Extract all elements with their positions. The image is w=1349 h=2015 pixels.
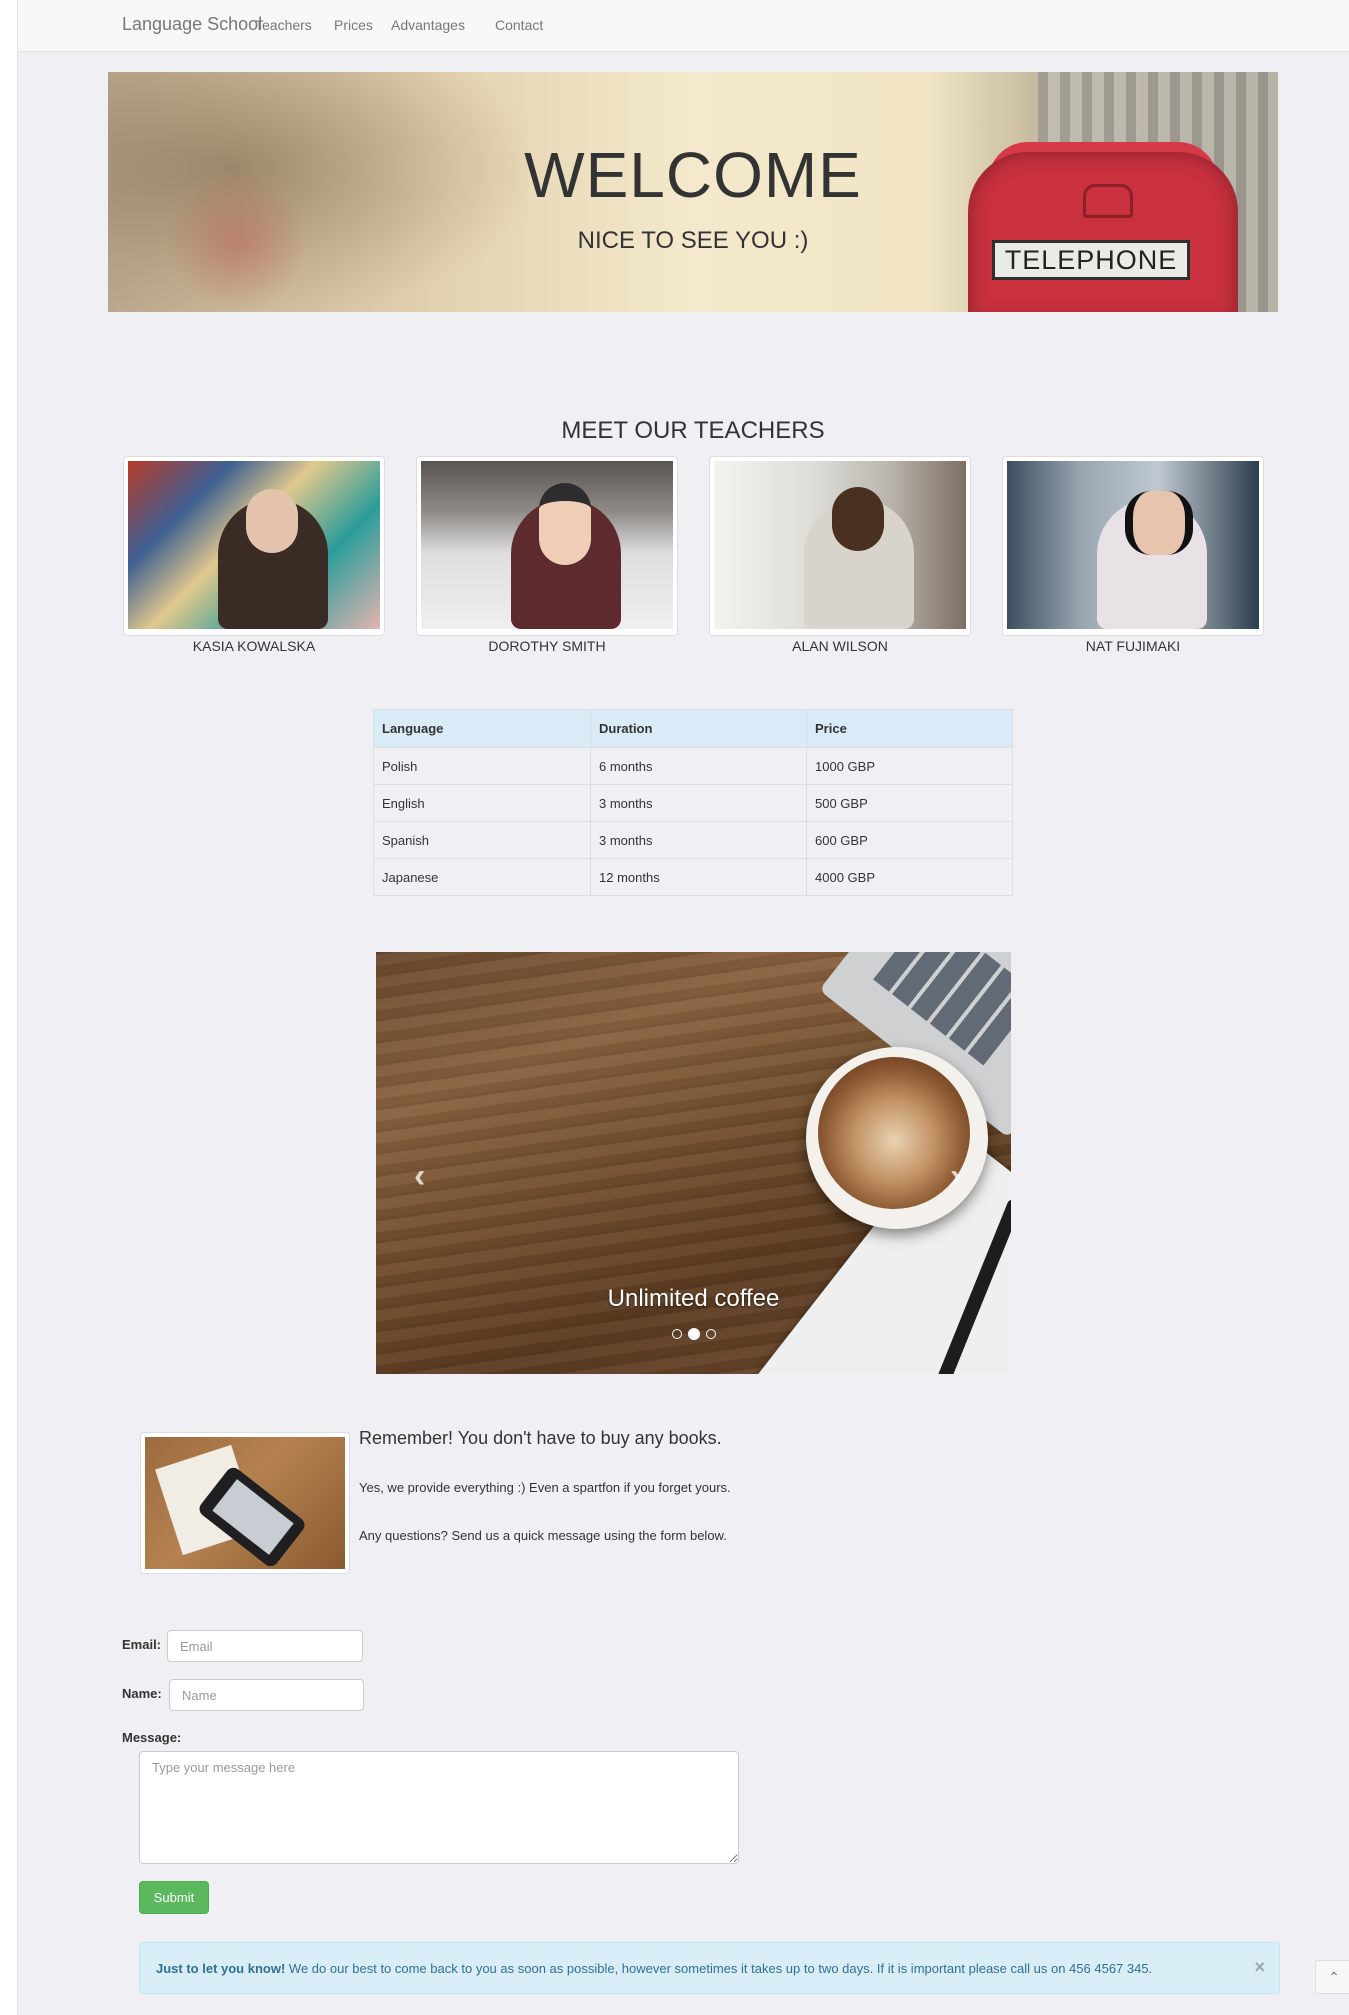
person-head — [246, 489, 298, 553]
teacher-photo-frame — [1002, 456, 1264, 636]
teacher-card: ALAN WILSON — [709, 456, 971, 654]
teacher-name: ALAN WILSON — [792, 638, 888, 654]
books-photo — [145, 1437, 345, 1569]
teacher-photo — [128, 461, 380, 629]
teacher-photo — [714, 461, 966, 629]
message-field[interactable] — [139, 1751, 739, 1864]
price-table: Language Duration Price Polish 6 months … — [373, 709, 1013, 896]
table-cell: 3 months — [590, 821, 807, 859]
chevron-up-icon[interactable]: ⌃ — [1315, 1960, 1349, 1994]
table-cell: 600 GBP — [806, 821, 1013, 859]
table-cell: 6 months — [590, 747, 807, 785]
person-head — [539, 483, 591, 565]
nav-item-teachers[interactable]: Teachers — [255, 17, 312, 33]
table-header-row: Language Duration Price — [373, 709, 1013, 748]
message-label: Message: — [122, 1730, 182, 1745]
chevron-right-icon[interactable]: › — [950, 1157, 961, 1196]
hero-title: WELCOME — [524, 139, 862, 211]
column-header-price: Price — [806, 709, 1013, 748]
email-field[interactable] — [167, 1630, 363, 1662]
person-head — [832, 487, 884, 551]
column-header-language: Language — [373, 709, 591, 748]
books-photo-frame — [140, 1432, 350, 1574]
teacher-photo-frame — [416, 456, 678, 636]
teacher-name: DOROTHY SMITH — [488, 638, 606, 654]
nav-item-prices[interactable]: Prices — [334, 17, 373, 33]
table-cell: 500 GBP — [806, 784, 1013, 822]
alert-strong-text: Just to let you know! — [156, 1961, 286, 1976]
teacher-card: NAT FUJIMAKI — [1002, 456, 1264, 654]
carousel-indicator-1[interactable] — [671, 1329, 682, 1339]
alert-message: Just to let you know! We do our best to … — [156, 1961, 1152, 1976]
coffee-cup-icon — [818, 1057, 970, 1209]
books-paragraph-2: Any questions? Send us a quick message u… — [359, 1528, 727, 1543]
info-alert: Just to let you know! We do our best to … — [139, 1942, 1280, 1994]
page-container: Language School Teachers Prices Advantag… — [17, 0, 1349, 2015]
chevron-left-icon[interactable]: ‹ — [414, 1157, 425, 1196]
table-cell: Spanish — [373, 821, 591, 859]
person-head — [1125, 491, 1193, 555]
nav-item-contact[interactable]: Contact — [495, 17, 543, 33]
table-cell: Japanese — [373, 858, 591, 896]
table-row: Spanish 3 months 600 GBP — [373, 821, 1013, 859]
teacher-photo-frame — [123, 456, 385, 636]
teacher-name: NAT FUJIMAKI — [1085, 638, 1181, 654]
teacher-card: DOROTHY SMITH — [416, 456, 678, 654]
table-cell: Polish — [373, 747, 591, 785]
close-icon[interactable]: × — [1254, 1957, 1265, 1978]
teacher-photo-frame — [709, 456, 971, 636]
name-label: Name: — [122, 1686, 162, 1701]
hero-subtitle: NICE TO SEE YOU :) — [577, 227, 809, 254]
teachers-title: MEET OUR TEACHERS — [561, 417, 825, 444]
table-row: Japanese 12 months 4000 GBP — [373, 858, 1013, 896]
alert-body-text: We do our best to come back to you as so… — [285, 1961, 1153, 1976]
teacher-name: KASIA KOWALSKA — [192, 638, 316, 654]
table-cell: 1000 GBP — [806, 747, 1013, 785]
submit-button[interactable]: Submit — [139, 1881, 209, 1914]
name-field[interactable] — [169, 1679, 364, 1711]
carousel-indicators — [376, 1328, 1011, 1340]
teacher-card: KASIA KOWALSKA — [123, 456, 385, 654]
nav-item-advantages[interactable]: Advantages — [391, 17, 465, 33]
carousel-caption: Unlimited coffee — [607, 1285, 780, 1312]
table-cell: 12 months — [590, 858, 807, 896]
table-cell: English — [373, 784, 591, 822]
teacher-photo — [421, 461, 673, 629]
brand-link[interactable]: Language School — [122, 14, 262, 35]
column-header-duration: Duration — [590, 709, 807, 748]
table-row: English 3 months 500 GBP — [373, 784, 1013, 822]
carousel: ‹ › Unlimited coffee — [376, 952, 1011, 1374]
email-label: Email: — [122, 1637, 162, 1652]
table-row: Polish 6 months 1000 GBP — [373, 747, 1013, 785]
hero-banner: TELEPHONE WELCOME NICE TO SEE YOU :) — [108, 72, 1278, 312]
books-paragraph-1: Yes, we provide everything :) Even a spa… — [359, 1480, 731, 1495]
teacher-photo — [1007, 461, 1259, 629]
table-cell: 4000 GBP — [806, 858, 1013, 896]
carousel-indicator-3[interactable] — [705, 1329, 716, 1339]
carousel-indicator-2[interactable] — [687, 1328, 700, 1340]
books-heading: Remember! You don't have to buy any book… — [359, 1428, 722, 1448]
table-cell: 3 months — [590, 784, 807, 822]
navbar: Language School Teachers Prices Advantag… — [18, 0, 1349, 52]
